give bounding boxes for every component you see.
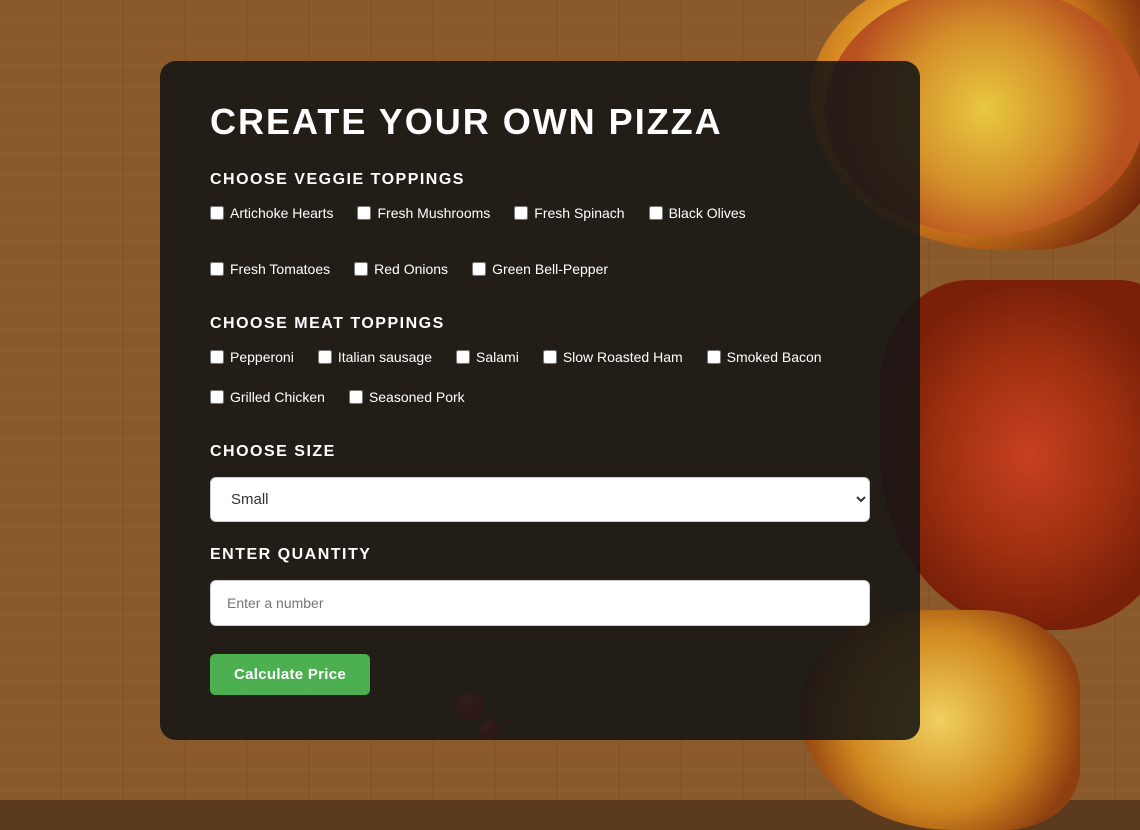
veggie-spinach-label: Fresh Spinach xyxy=(534,205,624,221)
pizza-form-panel: Create Your Own Pizza Choose Veggie Topp… xyxy=(160,61,920,740)
page-title: Create Your Own Pizza xyxy=(210,101,870,143)
veggie-onions-item[interactable]: Red Onions xyxy=(354,261,448,277)
veggie-onions-label: Red Onions xyxy=(374,261,448,277)
veggie-bellpepper-checkbox[interactable] xyxy=(472,262,486,276)
meat-pepperoni-item[interactable]: Pepperoni xyxy=(210,349,294,365)
meat-pepperoni-checkbox[interactable] xyxy=(210,350,224,364)
veggie-tomatoes-label: Fresh Tomatoes xyxy=(230,261,330,277)
veggie-mushrooms-checkbox[interactable] xyxy=(357,206,371,220)
meat-ham-item[interactable]: Slow Roasted Ham xyxy=(543,349,683,365)
veggie-mushrooms-item[interactable]: Fresh Mushrooms xyxy=(357,205,490,221)
veggie-olives-label: Black Olives xyxy=(669,205,746,221)
veggie-artichoke-item[interactable]: Artichoke Hearts xyxy=(210,205,333,221)
meat-ham-label: Slow Roasted Ham xyxy=(563,349,683,365)
veggie-olives-item[interactable]: Black Olives xyxy=(649,205,746,221)
veggie-artichoke-label: Artichoke Hearts xyxy=(230,205,333,221)
meat-italian-sausage-item[interactable]: Italian sausage xyxy=(318,349,432,365)
meat-italian-sausage-checkbox[interactable] xyxy=(318,350,332,364)
calculate-price-button[interactable]: Calculate Price xyxy=(210,654,370,695)
meat-checkboxes-grid: Pepperoni Italian sausage Salami Slow Ro… xyxy=(210,349,870,413)
meat-pork-label: Seasoned Pork xyxy=(369,389,465,405)
veggie-artichoke-checkbox[interactable] xyxy=(210,206,224,220)
meat-bacon-label: Smoked Bacon xyxy=(727,349,822,365)
meat-italian-sausage-label: Italian sausage xyxy=(338,349,432,365)
meat-section-heading: Choose Meat Toppings xyxy=(210,315,870,333)
veggie-bellpepper-item[interactable]: Green Bell-Pepper xyxy=(472,261,608,277)
quantity-input[interactable] xyxy=(210,580,870,626)
size-section: Choose Size Small Medium Large Extra Lar… xyxy=(210,443,870,522)
meat-pork-item[interactable]: Seasoned Pork xyxy=(349,389,465,405)
quantity-section-heading: Enter Quantity xyxy=(210,546,870,564)
veggie-bellpepper-label: Green Bell-Pepper xyxy=(492,261,608,277)
meat-pork-checkbox[interactable] xyxy=(349,390,363,404)
veggie-olives-checkbox[interactable] xyxy=(649,206,663,220)
veggie-section-heading: Choose Veggie Toppings xyxy=(210,171,870,189)
meat-pepperoni-label: Pepperoni xyxy=(230,349,294,365)
veggie-spinach-item[interactable]: Fresh Spinach xyxy=(514,205,624,221)
size-section-heading: Choose Size xyxy=(210,443,870,461)
meat-chicken-checkbox[interactable] xyxy=(210,390,224,404)
quantity-section: Enter Quantity xyxy=(210,546,870,626)
meat-salami-checkbox[interactable] xyxy=(456,350,470,364)
meat-bacon-checkbox[interactable] xyxy=(707,350,721,364)
meat-ham-checkbox[interactable] xyxy=(543,350,557,364)
veggie-onions-checkbox[interactable] xyxy=(354,262,368,276)
meat-salami-item[interactable]: Salami xyxy=(456,349,519,365)
meat-chicken-item[interactable]: Grilled Chicken xyxy=(210,389,325,405)
veggie-mushrooms-label: Fresh Mushrooms xyxy=(377,205,490,221)
veggie-tomatoes-checkbox[interactable] xyxy=(210,262,224,276)
veggie-toppings-section: Choose Veggie Toppings Artichoke Hearts … xyxy=(210,171,870,285)
meat-salami-label: Salami xyxy=(476,349,519,365)
meat-chicken-label: Grilled Chicken xyxy=(230,389,325,405)
veggie-checkboxes-grid: Artichoke Hearts Fresh Mushrooms Fresh S… xyxy=(210,205,870,285)
meat-toppings-section: Choose Meat Toppings Pepperoni Italian s… xyxy=(210,315,870,413)
meat-bacon-item[interactable]: Smoked Bacon xyxy=(707,349,822,365)
veggie-spinach-checkbox[interactable] xyxy=(514,206,528,220)
veggie-tomatoes-item[interactable]: Fresh Tomatoes xyxy=(210,261,330,277)
size-select[interactable]: Small Medium Large Extra Large xyxy=(210,477,870,522)
